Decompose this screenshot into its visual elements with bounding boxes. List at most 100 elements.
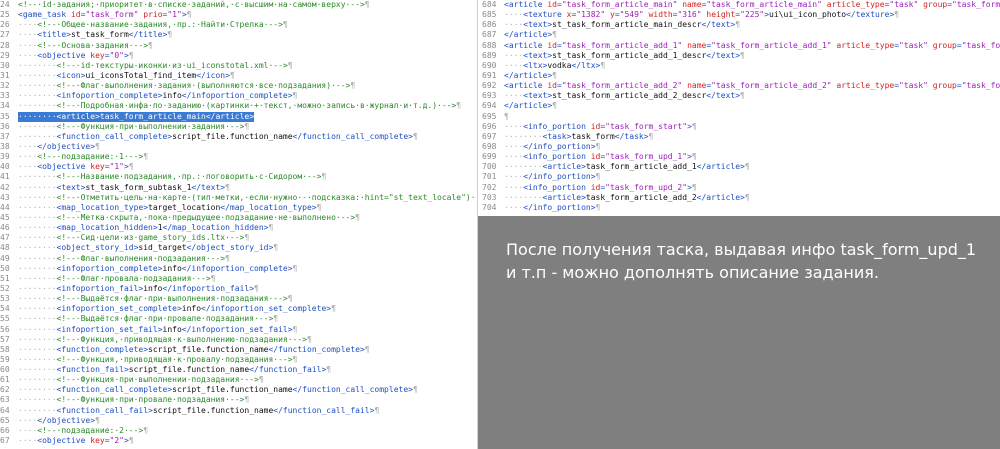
code-line[interactable]: 39 ····<!--·подзадание:·1·-->¶ bbox=[0, 152, 477, 162]
code-text[interactable]: ········<infoportion_complete>info</info… bbox=[18, 91, 297, 101]
code-line[interactable]: 692 <article id="task_form_article_add_2"… bbox=[480, 81, 1000, 91]
code-text[interactable]: ····</info_portion>¶ bbox=[504, 142, 600, 152]
code-line[interactable]: 47 ········<!--·Сид·цели·из·game_story_id… bbox=[0, 233, 477, 243]
code-text[interactable]: ····<info_portion id="task_form_upd_2">¶ bbox=[504, 183, 697, 193]
code-line[interactable]: 685 ····<texture x="1382" y="549" width="… bbox=[480, 10, 1000, 20]
code-text[interactable]: <game_task id="task_form" prio="1">¶ bbox=[18, 10, 191, 20]
code-text[interactable]: ········<icon>ui_iconsTotal_find_item</i… bbox=[18, 71, 235, 81]
code-line[interactable]: 695 ¶ bbox=[480, 112, 1000, 122]
code-text[interactable]: ········<!--·Метка·скрыта,·пока·предыдущ… bbox=[18, 213, 360, 223]
code-line[interactable]: 44 ········<map_location_type>target_loca… bbox=[0, 203, 477, 213]
code-text[interactable]: ········<infoportion_complete>info</info… bbox=[18, 264, 297, 274]
code-text[interactable]: ········<map_location_hidden>1</map_loca… bbox=[18, 223, 273, 233]
code-line[interactable]: 42 ········<text>st_task_form_subtask_1</… bbox=[0, 183, 477, 193]
code-line[interactable]: 59 ········<!--·Функция,·приводящая·к·про… bbox=[0, 355, 477, 365]
code-text[interactable]: ····<objective key="0">¶ bbox=[18, 51, 134, 61]
code-line[interactable]: 38 ····</objective>¶ bbox=[0, 142, 477, 152]
code-text[interactable]: ····<text>st_task_form_article_add_1_des… bbox=[504, 51, 745, 61]
code-text[interactable]: </article>¶ bbox=[504, 71, 557, 81]
code-text[interactable]: ····<info_portion id="task_form_start">¶ bbox=[504, 122, 697, 132]
code-text[interactable]: ····<title>st_task_form</title>¶ bbox=[18, 30, 172, 40]
code-line[interactable]: 700 ········<article>task_form_article_ad… bbox=[480, 162, 1000, 172]
code-text[interactable]: ········<!--·Сид·цели·из·game_story_ids.… bbox=[18, 233, 249, 243]
code-line[interactable]: 52 ········<infoportion_fail>info</infopo… bbox=[0, 284, 477, 294]
code-text[interactable]: ········<function_call_fail>script_file.… bbox=[18, 406, 379, 416]
code-text[interactable]: </article>¶ bbox=[504, 101, 557, 111]
code-text[interactable]: ········<!--·Функция·при·провале·подзада… bbox=[18, 395, 249, 405]
code-text[interactable]: ····<info_portion id="task_form_upd_1">¶ bbox=[504, 152, 697, 162]
code-line[interactable]: 34 ········<!--·Подробная·инфа·по·заданию… bbox=[0, 101, 477, 111]
code-text[interactable]: ········<infoportion_set_complete>info</… bbox=[18, 304, 336, 314]
code-line[interactable]: 55 ········<!--·Выдаётся·флаг·при·провале… bbox=[0, 314, 477, 324]
code-text[interactable]: ········<function_call_complete>script_f… bbox=[18, 132, 418, 142]
code-text[interactable]: ········<!--·Выдаётся·флаг·при·провале·п… bbox=[18, 314, 278, 324]
code-text[interactable]: ········<infoportion_set_fail>info</info… bbox=[18, 325, 297, 335]
code-text[interactable]: <article id="task_form_article_main" nam… bbox=[504, 0, 1000, 10]
code-line[interactable]: 58 ········<function_complete>script_file… bbox=[0, 345, 477, 355]
code-line[interactable]: 50 ········<infoportion_complete>info</in… bbox=[0, 264, 477, 274]
code-text[interactable]: ········<!--·Флаг·выполнения·подзадания·… bbox=[18, 254, 230, 264]
code-line[interactable]: 60 ········<function_fail>script_file.fun… bbox=[0, 365, 477, 375]
code-line[interactable]: 698 ····</info_portion>¶ bbox=[480, 142, 1000, 152]
code-line[interactable]: 37 ········<function_call_complete>script… bbox=[0, 132, 477, 142]
code-text[interactable]: ········<map_location_type>target_locati… bbox=[18, 203, 321, 213]
code-text[interactable]: ····</objective>¶ bbox=[18, 142, 100, 152]
code-line[interactable]: 28 ····<!--·Основа·задания·-->¶ bbox=[0, 41, 477, 51]
code-text[interactable]: ········<!--·Подробная·инфа·по·заданию·(… bbox=[18, 101, 461, 111]
code-text[interactable]: ····<!--·подзадание:·1·-->¶ bbox=[18, 152, 148, 162]
code-line[interactable]: 45 ········<!--·Метка·скрыта,·пока·предыд… bbox=[0, 213, 477, 223]
code-line[interactable]: 29 ····<objective key="0">¶ bbox=[0, 51, 477, 61]
code-line[interactable]: 30 ········<!--·id·текстуры-иконки·из·ui_… bbox=[0, 61, 477, 71]
code-text[interactable]: ········<!--·Функция·при·выполнении·подз… bbox=[18, 375, 264, 385]
code-line[interactable]: 64 ········<function_call_fail>script_fil… bbox=[0, 406, 477, 416]
code-line[interactable]: 693 ····<text>st_task_form_article_add_2_… bbox=[480, 91, 1000, 101]
code-line[interactable]: 690 ····<ltx>vodka</ltx>¶ bbox=[480, 61, 1000, 71]
code-line[interactable]: 49 ········<!--·Флаг·выполнения·подзадани… bbox=[0, 254, 477, 264]
code-text[interactable]: ········<task>task_form</task>¶ bbox=[504, 132, 653, 142]
code-text[interactable]: ········<!--·Флаг·выполнения·задания·(вы… bbox=[18, 81, 355, 91]
code-line[interactable]: 689 ····<text>st_task_form_article_add_1_… bbox=[480, 51, 1000, 61]
code-line[interactable]: 53 ········<!--·Выдаётся·флаг·при·выполне… bbox=[0, 294, 477, 304]
code-text[interactable]: ········<article>task_form_article_add_1… bbox=[504, 162, 750, 172]
code-line[interactable]: 688 <article id="task_form_article_add_1"… bbox=[480, 41, 1000, 51]
code-text[interactable]: <article id="task_form_article_add_2" na… bbox=[504, 81, 1000, 91]
code-line[interactable]: 694 </article>¶ bbox=[480, 101, 1000, 111]
code-text[interactable]: ········<!--·Выдаётся·флаг·при·выполнени… bbox=[18, 294, 293, 304]
code-text[interactable]: <!--·id·задания;·приоритет·в·списке·зада… bbox=[18, 0, 370, 10]
code-text[interactable]: ····<objective key="2">¶ bbox=[18, 436, 134, 446]
code-line[interactable]: 36 ········<!--·Функция·при·выполнении·за… bbox=[0, 122, 477, 132]
code-line[interactable]: 32 ········<!--·Флаг·выполнения·задания·(… bbox=[0, 81, 477, 91]
code-text[interactable]: ····</info_portion>¶ bbox=[504, 203, 600, 213]
code-text[interactable]: ········<function_complete>script_file.f… bbox=[18, 345, 370, 355]
code-text[interactable]: ········<article>task_form_article_main<… bbox=[18, 111, 255, 122]
code-text[interactable]: ····</objective>¶ bbox=[18, 416, 100, 426]
code-text[interactable]: ····<objective key="1">¶ bbox=[18, 162, 134, 172]
code-text[interactable]: ····<texture x="1382" y="549" width="316… bbox=[504, 10, 899, 20]
code-line[interactable]: 41 ········<!--·Название·подзадания,·пр.:… bbox=[0, 172, 477, 182]
code-line[interactable]: 697 ········<task>task_form</task>¶ bbox=[480, 132, 1000, 142]
code-line[interactable]: 701 ····</info_portion>¶ bbox=[480, 172, 1000, 182]
code-text[interactable]: </article>¶ bbox=[504, 30, 557, 40]
code-line[interactable]: 56 ········<infoportion_set_fail>info</in… bbox=[0, 325, 477, 335]
code-line[interactable]: 27 ····<title>st_task_form</title>¶ bbox=[0, 30, 477, 40]
code-line[interactable]: 48 ········<object_story_id>sid_target</o… bbox=[0, 243, 477, 253]
code-text[interactable]: ····<!--·Общее·название·задания,·пр.:·На… bbox=[18, 20, 288, 30]
code-line[interactable]: 62 ········<function_call_complete>script… bbox=[0, 385, 477, 395]
code-text[interactable]: ········<!--·id·текстуры-иконки·из·ui_ic… bbox=[18, 61, 293, 71]
editor-pane-left[interactable]: 24 <!--·id·задания;·приоритет·в·списке·за… bbox=[0, 0, 478, 449]
code-line[interactable]: 40 ····<objective key="1">¶ bbox=[0, 162, 477, 172]
code-text[interactable]: ········<!--·Функция,·приводящая·к·прова… bbox=[18, 355, 297, 365]
code-line[interactable]: 35 ········<article>task_form_article_mai… bbox=[0, 111, 477, 122]
code-line[interactable]: 54 ········<infoportion_set_complete>info… bbox=[0, 304, 477, 314]
code-text[interactable]: ········<!--·Флаг·провала·подзадания·-->… bbox=[18, 274, 215, 284]
code-text[interactable]: ········<article>task_form_article_add_2… bbox=[504, 193, 750, 203]
code-line[interactable]: 66 ····<!--·подзадание:·2·-->¶ bbox=[0, 426, 477, 436]
code-line[interactable]: 691 </article>¶ bbox=[480, 71, 1000, 81]
code-line[interactable]: 703 ········<article>task_form_article_ad… bbox=[480, 193, 1000, 203]
code-line[interactable]: 26 ····<!--·Общее·название·задания,·пр.:·… bbox=[0, 20, 477, 30]
code-text[interactable]: ¶ bbox=[504, 112, 509, 122]
code-text[interactable]: ········<!--·Функция·при·выполнении·зада… bbox=[18, 122, 249, 132]
code-text[interactable]: ········<!--·Отметить·цель·на·карте·(тип… bbox=[18, 193, 477, 203]
code-line[interactable]: 24 <!--·id·задания;·приоритет·в·списке·за… bbox=[0, 0, 477, 10]
code-line[interactable]: 702 ····<info_portion id="task_form_upd_2… bbox=[480, 183, 1000, 193]
